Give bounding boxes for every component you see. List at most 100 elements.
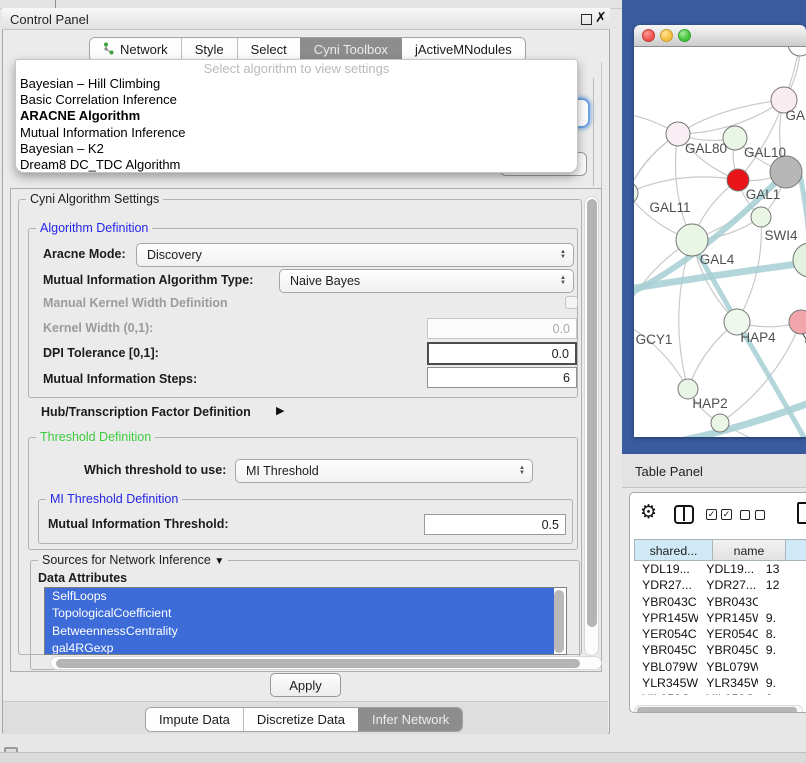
settings-horizontal-scrollbar-thumb[interactable]: [56, 659, 580, 668]
attribute-selfloops[interactable]: SelfLoops: [45, 588, 554, 605]
dpi-tolerance-field[interactable]: 0.0: [427, 342, 577, 365]
aracne-mode-value: Discovery: [147, 248, 202, 262]
tab-jactivemnodules[interactable]: jActiveMNodules: [401, 38, 525, 61]
table-row[interactable]: YIL052CYIL052C8.: [634, 691, 806, 695]
network-window: GALGAL80GAL10GAL1GAL11SWI4GAL4GCY1HAP4YH…: [634, 25, 806, 437]
tab-style[interactable]: Style: [181, 38, 237, 61]
table-panel-title: Table Panel: [635, 464, 703, 479]
unchecked-checkbox-icon[interactable]: [755, 510, 765, 520]
table-cell: 8.: [758, 691, 806, 695]
attribute-betweennesscentrality[interactable]: BetweennessCentrality: [45, 623, 554, 640]
column-header-shared[interactable]: shared...: [634, 539, 713, 561]
unchecked-checkbox-icon[interactable]: [740, 510, 750, 520]
table-row[interactable]: YBR043CYBR043C: [634, 594, 806, 610]
algorithm-option-bayesian-k2[interactable]: Bayesian – K2: [16, 141, 577, 157]
table-cell: 8.: [758, 626, 806, 642]
network-icon: [103, 42, 115, 58]
attribute-gal4rgexp[interactable]: gal4RGexp: [45, 640, 554, 655]
collapse-arrow-icon[interactable]: ▼: [214, 556, 224, 567]
kernel-width-field[interactable]: 0.0: [427, 318, 577, 339]
network-node-gal11[interactable]: [634, 182, 638, 204]
which-threshold-select[interactable]: MI Threshold ▲▼: [235, 459, 533, 483]
table-cell: YBL079W: [634, 659, 698, 675]
mi-threshold-field[interactable]: 0.5: [424, 514, 566, 535]
bottom-tab-infer-network-label: Infer Network: [372, 712, 449, 727]
minimize-traffic-light-icon[interactable]: [660, 29, 673, 42]
data-attributes-list[interactable]: SelfLoopsTopologicalCoefficientBetweenne…: [44, 587, 567, 655]
algorithm-definition-title: Algorithm Definition: [36, 221, 152, 235]
attribute-list-scrollbar[interactable]: [554, 590, 564, 653]
group-border-fragment: [593, 78, 594, 186]
tab-jactivemnodules-label: jActiveMNodules: [415, 42, 512, 57]
table-cell: YDL19...: [634, 561, 698, 577]
threshold-definition-title: Threshold Definition: [36, 430, 155, 444]
table-row[interactable]: YLR345WYLR345W9.: [634, 675, 806, 691]
which-threshold-label: Which threshold to use:: [84, 463, 226, 477]
network-node-node-top[interactable]: [788, 47, 806, 56]
table-horizontal-scrollbar-thumb[interactable]: [637, 707, 797, 713]
close-icon[interactable]: ✗: [595, 9, 607, 26]
kernel-width-label: Kernel Width (0,1):: [43, 321, 153, 335]
table-cell: YDR27...: [698, 577, 758, 593]
tab-select-label: Select: [251, 42, 287, 57]
expand-arrow-icon[interactable]: ▶: [276, 404, 284, 417]
network-node-swi4[interactable]: [751, 207, 771, 227]
node-label-hap2: HAP2: [692, 396, 727, 411]
column-header-name[interactable]: name: [713, 539, 786, 561]
network-node-node-big-green[interactable]: [793, 243, 806, 277]
algorithm-option-basic-correlation-inference[interactable]: Basic Correlation Inference: [16, 92, 577, 108]
algorithm-option-bayesian-hill-climbing[interactable]: Bayesian – Hill Climbing: [16, 76, 577, 92]
table-cell: YER054C: [698, 626, 758, 642]
algorithm-option-dream8-dc-tdc-algorithm[interactable]: Dream8 DC_TDC Algorithm: [16, 157, 577, 173]
close-traffic-light-icon[interactable]: [642, 29, 655, 42]
split-columns-icon[interactable]: [674, 505, 694, 524]
algorithm-option-aracne-algorithm[interactable]: ARACNE Algorithm: [16, 108, 577, 124]
sources-title-text: Sources for Network Inference: [42, 553, 211, 567]
bottom-tab-impute-data[interactable]: Impute Data: [146, 708, 243, 731]
mi-algorithm-type-select[interactable]: Naive Bayes ▲▼: [279, 269, 574, 293]
network-edge: [634, 177, 738, 193]
dropdown-prompt: Select algorithm to view settings: [16, 61, 577, 76]
table-row[interactable]: YBL079WYBL079W: [634, 659, 806, 675]
table-card: ⚙ ✓ ✓ shared...nameA YDL19...YDL19...13Y…: [629, 492, 806, 713]
hub-definition-label[interactable]: Hub/Transcription Factor Definition: [41, 405, 251, 419]
bottom-tab-discretize-data[interactable]: Discretize Data: [243, 708, 358, 731]
bottom-tab-infer-network[interactable]: Infer Network: [358, 708, 462, 731]
aracne-mode-select[interactable]: Discovery ▲▼: [136, 243, 574, 267]
checked-checkbox-icon[interactable]: ✓: [706, 509, 717, 520]
network-canvas[interactable]: GALGAL80GAL10GAL1GAL11SWI4GAL4GCY1HAP4YH…: [634, 47, 806, 437]
table-row[interactable]: YDR27...YDR27...12: [634, 577, 806, 593]
page-icon[interactable]: [797, 502, 806, 524]
which-threshold-value: MI Threshold: [246, 464, 319, 478]
settings-vertical-scrollbar-thumb[interactable]: [587, 199, 597, 627]
table-row[interactable]: YPR145WYPR145W9.: [634, 610, 806, 626]
zoom-traffic-light-icon[interactable]: [678, 29, 691, 42]
table-cell: YBR045C: [634, 642, 698, 658]
apply-button[interactable]: Apply: [270, 673, 341, 697]
network-window-titlebar[interactable]: [634, 25, 806, 47]
table-row[interactable]: YER054CYER054C8.: [634, 626, 806, 642]
float-window-icon[interactable]: [581, 14, 592, 25]
table-cell: 12: [758, 577, 806, 593]
sources-group-title[interactable]: Sources for Network Inference ▼: [38, 553, 228, 567]
network-node-node-b[interactable]: [711, 414, 729, 432]
node-label-gal11: GAL11: [649, 200, 690, 215]
tab-cyni-toolbox[interactable]: Cyni Toolbox: [300, 38, 401, 61]
checked-checkbox-icon[interactable]: ✓: [721, 509, 732, 520]
node-label-hap4: HAP4: [740, 330, 776, 345]
table-cell: YDR27...: [634, 577, 698, 593]
manual-kernel-checkbox[interactable]: [565, 296, 578, 309]
tab-select[interactable]: Select: [237, 38, 300, 61]
network-node-node-gray[interactable]: [770, 156, 802, 188]
attribute-topologicalcoefficient[interactable]: TopologicalCoefficient: [45, 605, 554, 622]
mi-steps-label: Mutual Information Steps:: [43, 372, 197, 386]
column-header-a[interactable]: A: [786, 539, 806, 561]
tab-network[interactable]: Network: [90, 38, 181, 61]
table-row[interactable]: YDL19...YDL19...13: [634, 561, 806, 577]
cyni-settings-group-title: Cyni Algorithm Settings: [26, 192, 163, 206]
algorithm-list: Bayesian – Hill ClimbingBasic Correlatio…: [16, 76, 577, 173]
algorithm-option-mutual-information-inference[interactable]: Mutual Information Inference: [16, 125, 577, 141]
mi-steps-field[interactable]: 6: [427, 367, 577, 388]
table-row[interactable]: YBR045CYBR045C9.: [634, 642, 806, 658]
gear-icon[interactable]: ⚙: [640, 501, 657, 524]
